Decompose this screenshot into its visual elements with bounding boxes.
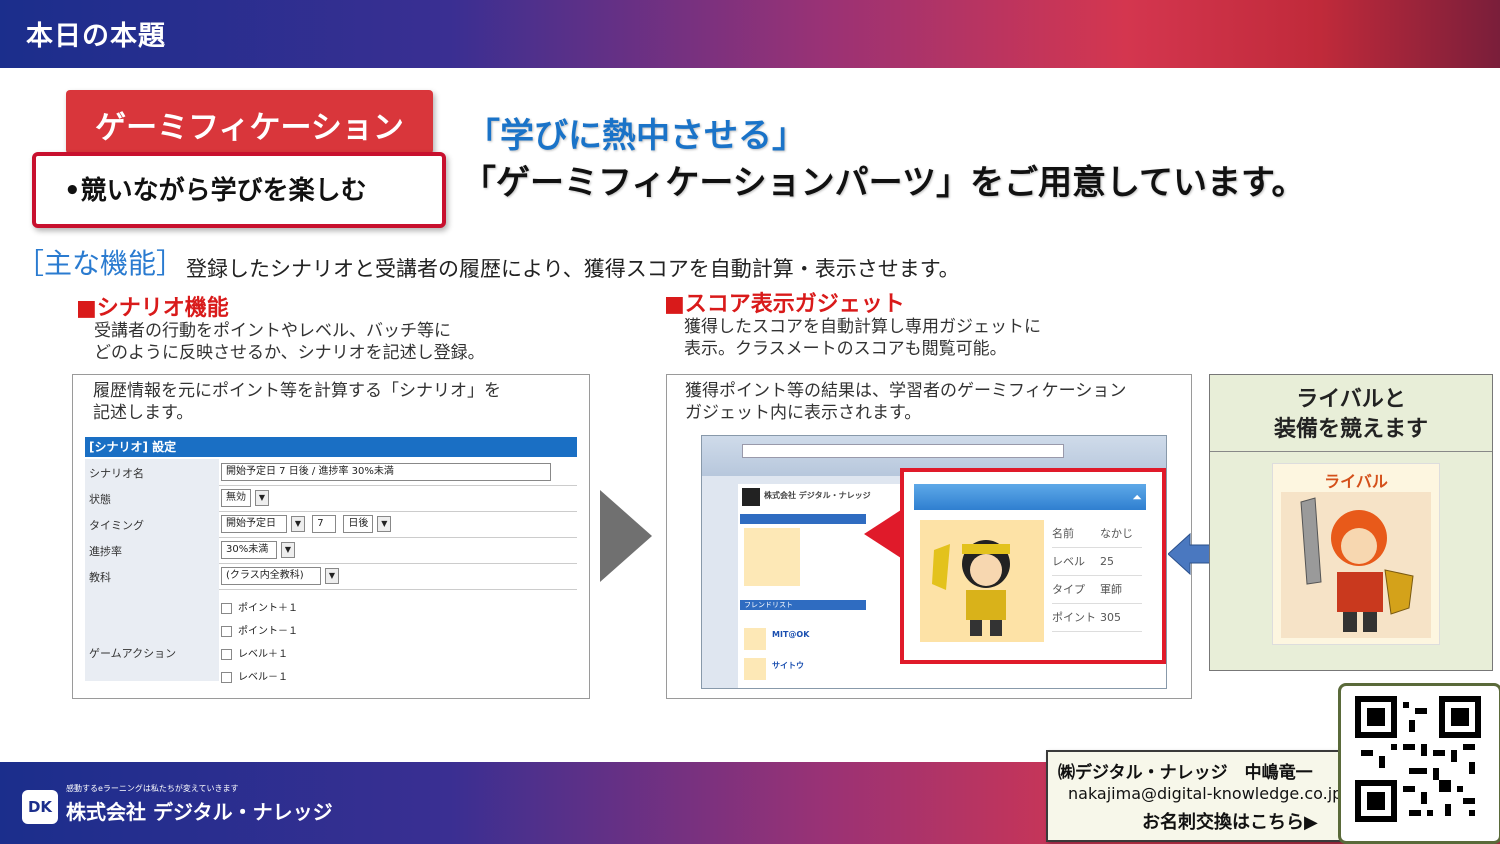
chevron-down-icon: ▼ (377, 516, 392, 532)
friend-avatar (744, 628, 766, 650)
chevron-down-icon: ▼ (255, 490, 269, 506)
collapse-icon[interactable]: ⏶ (1128, 488, 1146, 506)
rival-title-line1: ライバルと (1296, 387, 1406, 412)
form-row-subject: 教科 (クラス内全教科) ▼ (85, 563, 577, 590)
stat-type: タイプ 軍師 (1052, 576, 1142, 604)
scenario-panel-text: 履歴情報を元にポイント等を計算する「シナリオ」を 記述します。 (93, 380, 501, 424)
rival-character-image (1281, 492, 1431, 638)
score-gadget-description-line2: 表示。クラスメートのスコアも閲覧可能。 (684, 339, 1007, 359)
gamification-label: ゲーミフィケーション (95, 110, 404, 146)
stat-name: 名前 なかじ (1052, 520, 1142, 548)
contact-email[interactable]: nakajima@digital-knowledge.co.jp (1068, 784, 1342, 803)
form-label: タイミング (85, 511, 219, 537)
chevron-down-icon: ▼ (281, 542, 295, 558)
friend-name[interactable]: MIT@OK (772, 630, 809, 639)
card-exchange-link[interactable]: お名刺交換はこちら▶ (1142, 808, 1318, 834)
player-stats: 名前 なかじ レベル 25 タイプ 軍師 ポイント 305 (1052, 520, 1142, 632)
scenario-panel-line2: 記述します。 (93, 403, 194, 423)
form-row-timing: タイミング 開始予定日 ▼ 7 日後 ▼ (85, 511, 577, 538)
timing-controls: 開始予定日 ▼ 7 日後 ▼ (221, 515, 395, 533)
company-logo-icon (742, 488, 760, 506)
divider (1210, 451, 1492, 452)
scenario-panel-line1: 履歴情報を元にポイント等を計算する「シナリオ」を (93, 381, 501, 401)
gadget-header-bar: ⏶ (914, 484, 1146, 510)
timing-unit-select[interactable]: 日後 (343, 515, 374, 533)
page-title: 本日の本題 (26, 21, 166, 52)
gamification-tag: ゲーミフィケーション (66, 90, 433, 154)
arrow-right-icon (600, 490, 652, 582)
form-row-status: 状態 無効 ▼ (85, 485, 577, 512)
progress-select[interactable]: 30%未満 ▼ (221, 541, 299, 559)
scenario-description-line1: 受講者の行動をポイントやレベル、バッチ等に (94, 321, 451, 341)
score-gadget-section-title: ■スコア表示ガジェット (664, 292, 905, 317)
form-label: 進捗率 (85, 537, 219, 563)
browser-address-bar (742, 444, 1064, 458)
scenario-name-field[interactable]: 開始予定日 7 日後 / 進捗率 30%未満 (221, 463, 555, 481)
scenario-section-title: ■シナリオ機能 (76, 296, 229, 321)
contact-name: ㈱デジタル・ナレッジ 中嶋竜一 (1058, 763, 1313, 783)
headline-line2: 「ゲーミフィケーションパーツ」をご用意しています。 (462, 163, 1306, 203)
friend-avatar (744, 658, 766, 680)
samurai-character-icon (932, 540, 1010, 636)
qr-code[interactable] (1338, 683, 1500, 844)
player-avatar (744, 528, 800, 586)
form-label: 教科 (85, 563, 219, 589)
rival-title-line2: 装備を競えます (1273, 417, 1428, 442)
timing-select[interactable]: 開始予定日 (221, 515, 287, 533)
armored-rival-icon (1300, 497, 1414, 632)
scenario-description: 受講者の行動をポイントやレベル、バッチ等に どのように反映させるか、シナリオを記… (94, 320, 485, 364)
scenario-form-header: [シナリオ] 設定 (85, 437, 577, 457)
headline-line1: 「学びに熱中させる」 (466, 116, 806, 156)
qr-code-icon (1355, 696, 1481, 822)
rival-panel: ライバルと 装備を競えます ライバル (1209, 374, 1493, 671)
scenario-description-line2: どのように反映させるか、シナリオを記述し登録。 (94, 343, 485, 363)
score-gadget-description: 獲得したスコアを自動計算し専用ガジェットに 表示。クラスメートのスコアも閲覧可能… (684, 316, 1041, 360)
profile-card-header (740, 514, 866, 524)
form-label: ゲームアクション (85, 589, 219, 681)
scenario-panel: 履歴情報を元にポイント等を計算する「シナリオ」を 記述します。 [シナリオ] 設… (72, 374, 590, 699)
checkbox-level-plus[interactable]: レベル＋１ (221, 645, 298, 660)
subject-select[interactable]: (クラス内全教科) ▼ (221, 567, 343, 585)
browser-company-name: 株式会社 デジタル・ナレッジ (764, 491, 871, 500)
gamification-summary-box: •競いながら学びを楽しむ (32, 152, 446, 228)
features-label: ［主な機能］ (16, 247, 185, 280)
company-logo: DK (22, 790, 58, 824)
form-row-game-action: ゲームアクション ポイント＋１ ポイント－１ レベル＋１ レベル－１ (85, 589, 577, 683)
callout-pointer (864, 508, 904, 560)
form-label: 状態 (85, 485, 219, 511)
company-tagline: 感動するeラーニングは私たちが変えていきます (66, 784, 239, 793)
rival-card: ライバル (1272, 463, 1440, 645)
stat-points: ポイント 305 (1052, 604, 1142, 632)
timing-days-input[interactable]: 7 (312, 515, 337, 533)
player-character-image (920, 520, 1044, 642)
chevron-down-icon: ▼ (325, 568, 339, 584)
score-gadget-panel-text: 獲得ポイント等の結果は、学習者のゲーミフィケーション ガジェット内に表示されます… (685, 380, 1126, 424)
form-row-name: シナリオ名 開始予定日 7 日後 / 進捗率 30%未満 (85, 459, 577, 486)
friend-name[interactable]: サイトウ (772, 660, 804, 671)
gamification-bullet: •競いながら学びを楽しむ (64, 176, 367, 206)
checkbox-point-minus[interactable]: ポイント－１ (221, 622, 298, 637)
stat-level: レベル 25 (1052, 548, 1142, 576)
checkbox-point-plus[interactable]: ポイント＋１ (221, 599, 298, 614)
rival-title: ライバルと 装備を競えます (1210, 385, 1492, 445)
form-label: シナリオ名 (85, 459, 219, 485)
rival-badge: ライバル (1324, 472, 1388, 491)
friend-list-title: フレンドリスト (744, 601, 793, 609)
header-banner (0, 0, 1500, 68)
checkbox-level-minus[interactable]: レベル－１ (221, 668, 298, 683)
game-action-options: ポイント＋１ ポイント－１ レベル＋１ レベル－１ (221, 599, 298, 691)
score-gadget-description-line1: 獲得したスコアを自動計算し専用ガジェットに (684, 317, 1041, 337)
form-row-progress: 進捗率 30%未満 ▼ (85, 537, 577, 564)
chevron-down-icon: ▼ (291, 516, 305, 532)
status-select[interactable]: 無効 ▼ (221, 489, 273, 507)
score-gadget-panel-line1: 獲得ポイント等の結果は、学習者のゲーミフィケーション (685, 381, 1127, 401)
score-gadget-panel-line2: ガジェット内に表示されます。 (685, 403, 922, 423)
business-card: ㈱デジタル・ナレッジ 中嶋竜一 nakajima@digital-knowled… (1046, 750, 1346, 842)
features-description: 登録したシナリオと受講者の履歴により、獲得スコアを自動計算・表示させます。 (186, 257, 960, 281)
gamification-gadget-popup: ⏶ 名前 なかじ レベル 25 タイプ 軍師 ポイント 305 (900, 468, 1166, 664)
company-name: 株式会社 デジタル・ナレッジ (66, 800, 333, 824)
